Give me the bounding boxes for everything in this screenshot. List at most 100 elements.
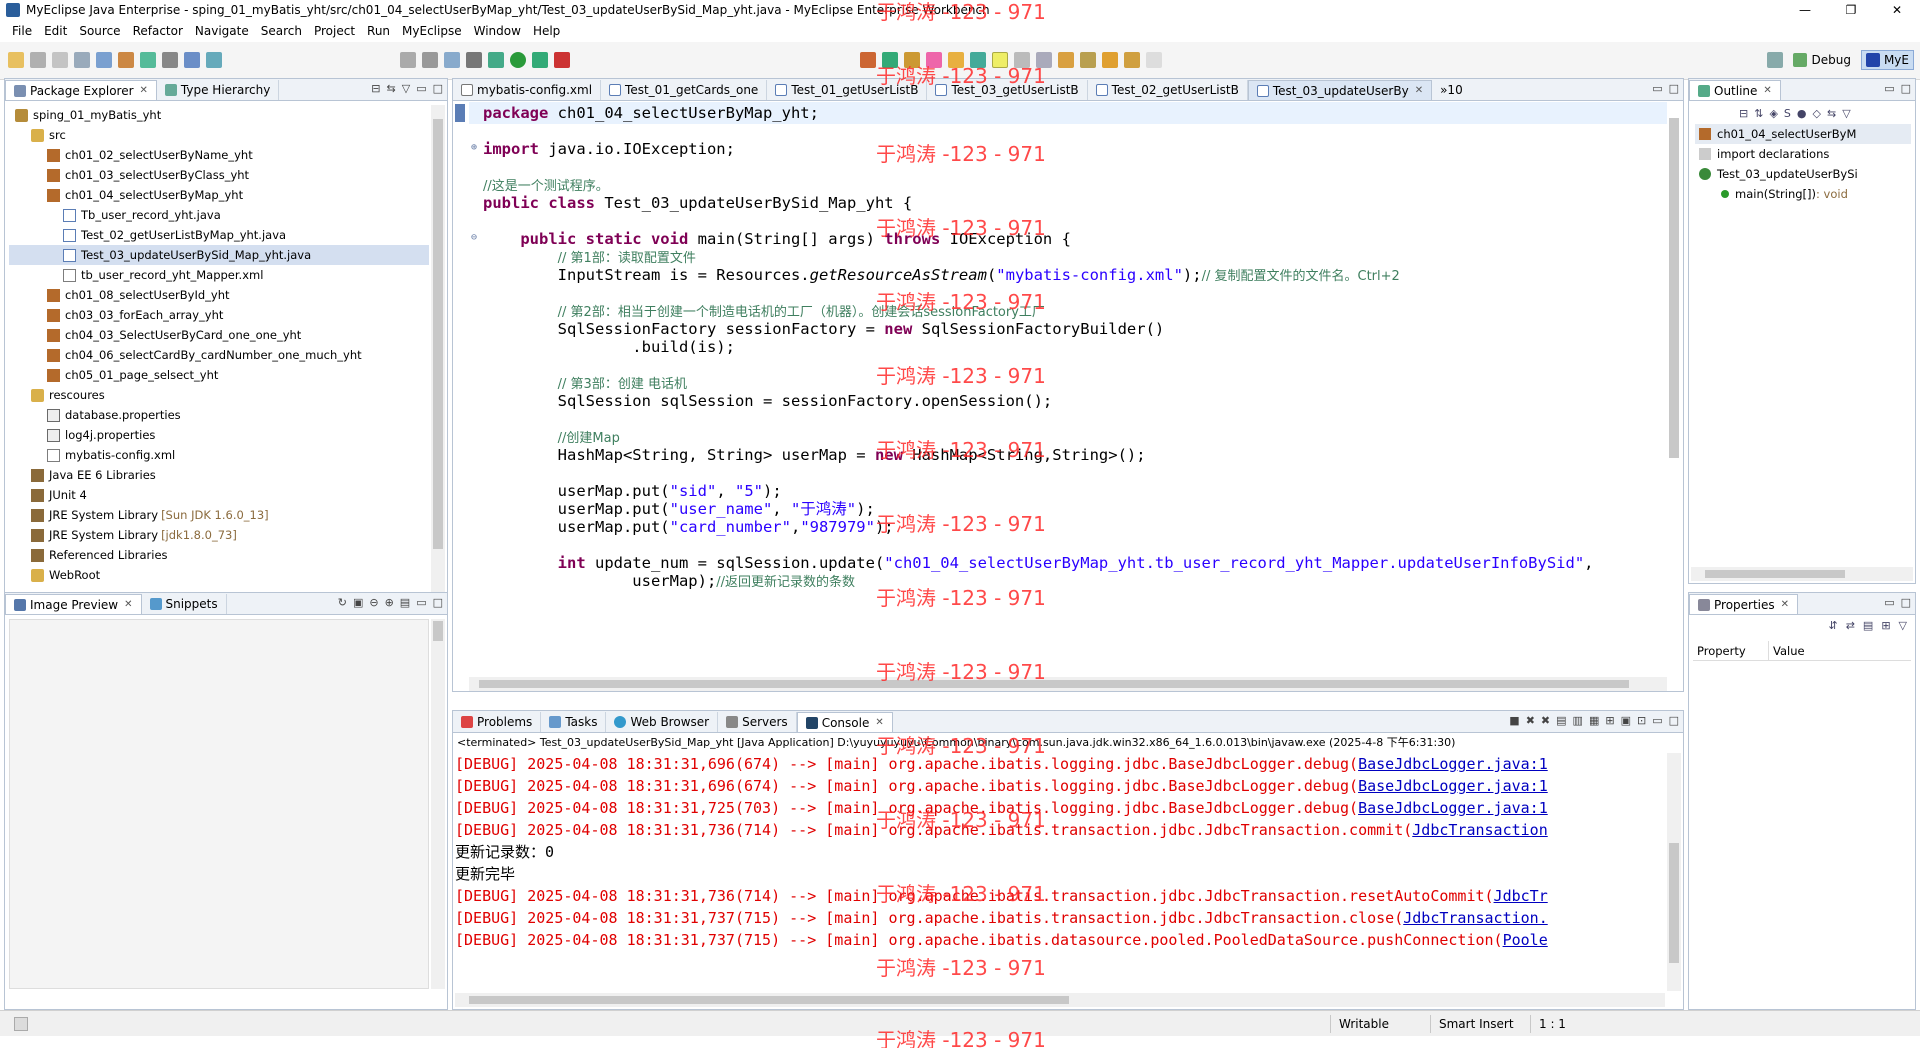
console-vscrollbar[interactable] xyxy=(1667,753,1681,991)
outline-item-package[interactable]: ch01_04_selectUserByM xyxy=(1695,124,1911,144)
tree-item[interactable]: tb_user_record_yht_Mapper.xml xyxy=(9,265,429,285)
tree-item[interactable]: src xyxy=(9,125,429,145)
new-interface-icon[interactable] xyxy=(882,52,898,68)
tree-item[interactable]: ch04_06_selectCardBy_cardNumber_one_much… xyxy=(9,345,429,365)
close-icon[interactable]: ✕ xyxy=(875,717,883,728)
minimize-view-icon[interactable]: ▭ xyxy=(1884,596,1894,609)
external-tools-icon[interactable] xyxy=(554,52,570,68)
new-icon[interactable] xyxy=(8,52,24,68)
fold-expand-icon[interactable]: ⊕ xyxy=(471,142,477,153)
word-wrap-icon[interactable]: ▦ xyxy=(1589,714,1599,727)
save-all-icon[interactable] xyxy=(52,52,68,68)
maximize-button[interactable]: ❐ xyxy=(1828,0,1874,20)
display-console-icon[interactable]: ▣ xyxy=(1621,714,1631,727)
view-menu-icon[interactable]: ▽ xyxy=(402,82,410,95)
refresh-icon[interactable]: ↻ xyxy=(338,596,347,609)
open-file-icon[interactable] xyxy=(948,52,964,68)
tree-item[interactable]: ch03_03_forEach_array_yht xyxy=(9,305,429,325)
close-icon[interactable]: ✕ xyxy=(1415,85,1423,96)
fast-view-icon[interactable] xyxy=(14,1017,28,1031)
editor-hscrollbar[interactable] xyxy=(469,677,1667,691)
console-source-link[interactable]: JdbcTransaction. xyxy=(1403,909,1548,927)
code-editor[interactable]: package ch01_04_selectUserByMap_yht; ⊕ i… xyxy=(453,102,1683,675)
remove-all-icon[interactable]: ✖ xyxy=(1541,714,1550,727)
toggle-block-icon[interactable] xyxy=(1014,52,1030,68)
hide-static-icon[interactable]: S xyxy=(1784,107,1791,120)
minimize-button[interactable]: — xyxy=(1782,0,1828,20)
fold-collapse-icon[interactable]: ⊖ xyxy=(471,232,477,243)
perspective-debug[interactable]: Debug xyxy=(1789,51,1854,69)
ant-icon[interactable] xyxy=(400,52,416,68)
editor-tab-test03-getuserlist[interactable]: Test_03_getUserListB xyxy=(927,80,1088,100)
tab-tasks[interactable]: Tasks xyxy=(541,712,607,732)
pin-console-icon[interactable]: ⊞ xyxy=(1605,714,1614,727)
tree-item[interactable]: sping_01_myBatis_yht xyxy=(9,105,429,125)
tree-item[interactable]: JUnit 4 xyxy=(9,485,429,505)
hide-nonpublic-icon[interactable]: ● xyxy=(1797,107,1807,120)
back-icon[interactable] xyxy=(1124,52,1140,68)
console-source-link[interactable]: BaseJdbcLogger.java:1 xyxy=(1358,755,1548,773)
hide-fields-icon[interactable]: ◈ xyxy=(1769,107,1777,120)
tree-item[interactable]: ch01_04_selectUserByMap_yht xyxy=(9,185,429,205)
close-button[interactable]: ✕ xyxy=(1874,0,1920,20)
search-icon[interactable] xyxy=(970,52,986,68)
server-icon[interactable] xyxy=(140,52,156,68)
tab-properties[interactable]: Properties ✕ xyxy=(1689,594,1799,614)
tree-item[interactable]: ch04_03_SelectUserByCard_one_one_yht xyxy=(9,325,429,345)
tree-item[interactable]: Test_02_getUserListByMap_yht.java xyxy=(9,225,429,245)
tab-outline[interactable]: Outline ✕ xyxy=(1689,80,1781,100)
maximize-view-icon[interactable]: □ xyxy=(433,596,443,609)
hide-local-types-icon[interactable]: ◇ xyxy=(1813,107,1821,120)
tab-snippets[interactable]: Snippets xyxy=(142,594,227,614)
view-menu-icon[interactable]: ▽ xyxy=(1842,107,1850,120)
open-console-icon[interactable]: ⊡ xyxy=(1637,714,1646,727)
tree-item[interactable]: ch05_01_page_selsect_yht xyxy=(9,365,429,385)
tab-console[interactable]: Console ✕ xyxy=(796,712,893,732)
remove-launch-icon[interactable]: ✖ xyxy=(1526,714,1535,727)
tree-item[interactable]: Tb_user_record_yht.java xyxy=(9,205,429,225)
image-preview-scrollbar[interactable] xyxy=(431,619,445,989)
open-folder-icon[interactable] xyxy=(904,52,920,68)
menu-search[interactable]: Search xyxy=(255,20,308,42)
build-icon[interactable] xyxy=(422,52,438,68)
open-perspective-icon[interactable] xyxy=(1767,52,1784,68)
close-icon[interactable]: ✕ xyxy=(1781,599,1789,610)
minimize-view-icon[interactable]: ▭ xyxy=(416,82,426,95)
console-source-link[interactable]: JdbcTransaction xyxy=(1412,821,1547,839)
camera-icon[interactable] xyxy=(466,52,482,68)
tab-image-preview[interactable]: Image Preview ✕ xyxy=(5,594,142,614)
new-project-icon[interactable] xyxy=(96,52,112,68)
console-source-link[interactable]: JdbcTr xyxy=(1494,887,1548,905)
fit-icon[interactable]: ▣ xyxy=(353,596,363,609)
maximize-view-icon[interactable]: □ xyxy=(1669,82,1679,95)
tree-item[interactable]: ch01_08_selectUserById_yht xyxy=(9,285,429,305)
editor-tab-test01-getcards[interactable]: Test_01_getCards_one xyxy=(601,80,768,100)
tree-item[interactable]: log4j.properties xyxy=(9,425,429,445)
deploy-icon[interactable] xyxy=(118,52,134,68)
collapse-all-icon[interactable]: ⊟ xyxy=(371,82,380,95)
pin-icon[interactable]: ⊞ xyxy=(1881,619,1890,632)
editor-tab-test02-getuserlist[interactable]: Test_02_getUserListB xyxy=(1088,80,1248,100)
tab-type-hierarchy[interactable]: Type Hierarchy xyxy=(157,80,280,100)
debug-icon[interactable] xyxy=(488,52,504,68)
zoom-out-icon[interactable]: ⊖ xyxy=(369,596,378,609)
package-icon[interactable] xyxy=(444,52,460,68)
editor-tab-mybatis-config[interactable]: mybatis-config.xml xyxy=(453,80,602,100)
outline-item-class[interactable]: Test_03_updateUserBySi xyxy=(1695,164,1911,184)
menu-project[interactable]: Project xyxy=(308,20,361,42)
open-type-icon[interactable] xyxy=(206,52,222,68)
minimize-view-icon[interactable]: ▭ xyxy=(1652,82,1662,95)
menu-edit[interactable]: Edit xyxy=(38,20,73,42)
show-whitespace-icon[interactable] xyxy=(1036,52,1052,68)
tab-web-browser[interactable]: Web Browser xyxy=(606,712,719,732)
last-edit-icon[interactable] xyxy=(1102,52,1118,68)
editor-tab-test03-updateuser[interactable]: Test_03_updateUserBy ✕ xyxy=(1247,80,1433,100)
view-menu-icon[interactable]: ▽ xyxy=(1899,619,1907,632)
show-advanced-icon[interactable]: ⇄ xyxy=(1846,619,1855,632)
outline-hscrollbar[interactable] xyxy=(1691,567,1913,581)
save-icon[interactable] xyxy=(30,52,46,68)
menu-myeclipse[interactable]: MyEclipse xyxy=(396,20,468,42)
link-editor-icon[interactable]: ⇆ xyxy=(1827,107,1836,120)
print-icon[interactable] xyxy=(74,52,90,68)
mark-occurrences-icon[interactable] xyxy=(992,52,1008,68)
